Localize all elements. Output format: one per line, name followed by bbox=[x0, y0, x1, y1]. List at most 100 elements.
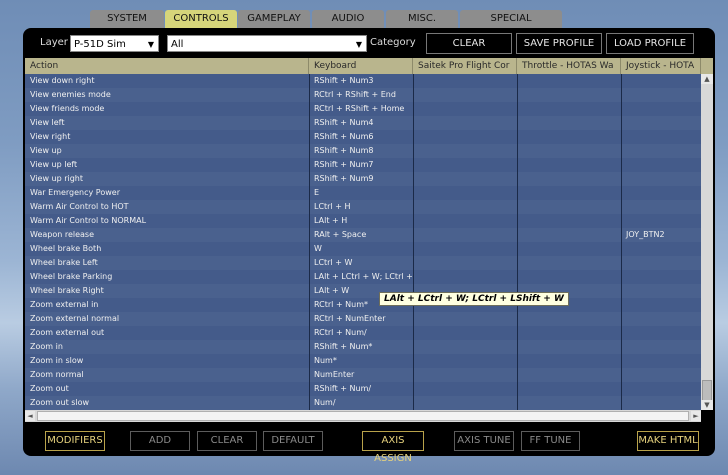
joystick-cell[interactable] bbox=[621, 88, 701, 102]
throttle-cell[interactable] bbox=[517, 312, 621, 326]
table-row[interactable]: View down right RShift + Num3 bbox=[25, 74, 701, 88]
keyboard-cell[interactable]: LAlt + LCtrl + W; LCtrl + LShift + W bbox=[309, 270, 413, 284]
keyboard-cell[interactable]: RShift + Num/ bbox=[309, 382, 413, 396]
throttle-cell[interactable] bbox=[517, 172, 621, 186]
table-row[interactable]: View up left RShift + Num7 bbox=[25, 158, 701, 172]
table-row[interactable]: Warm Air Control to HOT LCtrl + H bbox=[25, 200, 701, 214]
ff-tune-button[interactable]: FF TUNE bbox=[521, 431, 580, 451]
vertical-scroll-thumb[interactable] bbox=[702, 380, 712, 402]
table-row[interactable]: War Emergency Power E bbox=[25, 186, 701, 200]
saitek-cell[interactable] bbox=[413, 382, 517, 396]
keyboard-cell[interactable]: RShift + Num4 bbox=[309, 116, 413, 130]
scroll-up-icon[interactable]: ▲ bbox=[701, 74, 713, 84]
joystick-cell[interactable] bbox=[621, 312, 701, 326]
joystick-cell[interactable] bbox=[621, 102, 701, 116]
table-row[interactable]: Wheel brake Left LCtrl + W bbox=[25, 256, 701, 270]
action-cell[interactable]: Warm Air Control to NORMAL bbox=[25, 214, 309, 228]
keyboard-cell[interactable]: RCtrl + Num/ bbox=[309, 326, 413, 340]
keyboard-cell[interactable]: RCtrl + RShift + Home bbox=[309, 102, 413, 116]
action-cell[interactable]: View down right bbox=[25, 74, 309, 88]
table-row[interactable]: View up right RShift + Num9 bbox=[25, 172, 701, 186]
saitek-cell[interactable] bbox=[413, 172, 517, 186]
throttle-cell[interactable] bbox=[517, 340, 621, 354]
action-cell[interactable]: War Emergency Power bbox=[25, 186, 309, 200]
keyboard-cell[interactable]: LCtrl + W bbox=[309, 256, 413, 270]
keyboard-cell[interactable]: Num* bbox=[309, 354, 413, 368]
saitek-cell[interactable] bbox=[413, 228, 517, 242]
throttle-cell[interactable] bbox=[517, 88, 621, 102]
column-header-throttle[interactable]: Throttle - HOTAS Wa bbox=[517, 58, 621, 74]
saitek-cell[interactable] bbox=[413, 116, 517, 130]
action-cell[interactable]: Zoom in bbox=[25, 340, 309, 354]
keyboard-cell[interactable]: RShift + Num8 bbox=[309, 144, 413, 158]
action-cell[interactable]: Warm Air Control to HOT bbox=[25, 200, 309, 214]
action-cell[interactable]: Zoom external normal bbox=[25, 312, 309, 326]
saitek-cell[interactable] bbox=[413, 200, 517, 214]
keyboard-cell[interactable]: RAlt + Space bbox=[309, 228, 413, 242]
action-cell[interactable]: Zoom out slow bbox=[25, 396, 309, 410]
throttle-cell[interactable] bbox=[517, 382, 621, 396]
joystick-cell[interactable] bbox=[621, 200, 701, 214]
saitek-cell[interactable] bbox=[413, 158, 517, 172]
keyboard-cell[interactable]: LCtrl + H bbox=[309, 200, 413, 214]
keyboard-cell[interactable]: RShift + Num6 bbox=[309, 130, 413, 144]
table-row[interactable]: Zoom out slow Num/ bbox=[25, 396, 701, 410]
joystick-cell[interactable] bbox=[621, 186, 701, 200]
table-row[interactable]: Weapon release RAlt + Space JOY_BTN2 bbox=[25, 228, 701, 242]
action-cell[interactable]: View enemies mode bbox=[25, 88, 309, 102]
joystick-cell[interactable]: JOY_BTN2 bbox=[621, 228, 701, 242]
action-cell[interactable]: View up right bbox=[25, 172, 309, 186]
scroll-left-icon[interactable]: ◄ bbox=[25, 411, 35, 421]
throttle-cell[interactable] bbox=[517, 116, 621, 130]
add-button[interactable]: ADD bbox=[130, 431, 190, 451]
tab-misc[interactable]: MISC. bbox=[386, 10, 458, 28]
throttle-cell[interactable] bbox=[517, 368, 621, 382]
saitek-cell[interactable] bbox=[413, 242, 517, 256]
saitek-cell[interactable] bbox=[413, 270, 517, 284]
keyboard-cell[interactable]: E bbox=[309, 186, 413, 200]
action-cell[interactable]: Zoom out bbox=[25, 382, 309, 396]
keyboard-cell[interactable]: RCtrl + NumEnter bbox=[309, 312, 413, 326]
action-cell[interactable]: Zoom normal bbox=[25, 368, 309, 382]
saitek-cell[interactable] bbox=[413, 256, 517, 270]
throttle-cell[interactable] bbox=[517, 270, 621, 284]
saitek-cell[interactable] bbox=[413, 396, 517, 410]
throttle-cell[interactable] bbox=[517, 214, 621, 228]
action-cell[interactable]: View up bbox=[25, 144, 309, 158]
saitek-cell[interactable] bbox=[413, 144, 517, 158]
action-cell[interactable]: Zoom external out bbox=[25, 326, 309, 340]
throttle-cell[interactable] bbox=[517, 396, 621, 410]
throttle-cell[interactable] bbox=[517, 74, 621, 88]
throttle-cell[interactable] bbox=[517, 228, 621, 242]
throttle-cell[interactable] bbox=[517, 102, 621, 116]
joystick-cell[interactable] bbox=[621, 158, 701, 172]
joystick-cell[interactable] bbox=[621, 242, 701, 256]
action-cell[interactable]: View left bbox=[25, 116, 309, 130]
action-cell[interactable]: View up left bbox=[25, 158, 309, 172]
throttle-cell[interactable] bbox=[517, 158, 621, 172]
table-row[interactable]: Zoom in slow Num* bbox=[25, 354, 701, 368]
action-cell[interactable]: View friends mode bbox=[25, 102, 309, 116]
axis-assign-button[interactable]: AXIS ASSIGN bbox=[362, 431, 424, 464]
table-row[interactable]: View right RShift + Num6 bbox=[25, 130, 701, 144]
joystick-cell[interactable] bbox=[621, 396, 701, 410]
saitek-cell[interactable] bbox=[413, 340, 517, 354]
action-cell[interactable]: Wheel brake Right bbox=[25, 284, 309, 298]
column-header-action[interactable]: Action bbox=[25, 58, 309, 74]
joystick-cell[interactable] bbox=[621, 354, 701, 368]
modifiers-button[interactable]: MODIFIERS bbox=[45, 431, 105, 451]
throttle-cell[interactable] bbox=[517, 144, 621, 158]
action-cell[interactable]: View right bbox=[25, 130, 309, 144]
tab-special[interactable]: SPECIAL bbox=[460, 10, 562, 28]
tab-controls[interactable]: CONTROLS bbox=[165, 10, 237, 28]
keyboard-cell[interactable]: RShift + Num7 bbox=[309, 158, 413, 172]
scroll-down-icon[interactable]: ▼ bbox=[701, 400, 713, 410]
horizontal-scrollbar[interactable]: ◄ ► bbox=[25, 410, 701, 422]
table-row[interactable]: View friends mode RCtrl + RShift + Home bbox=[25, 102, 701, 116]
saitek-cell[interactable] bbox=[413, 130, 517, 144]
table-row[interactable]: Zoom external normal RCtrl + NumEnter bbox=[25, 312, 701, 326]
joystick-cell[interactable] bbox=[621, 130, 701, 144]
saitek-cell[interactable] bbox=[413, 354, 517, 368]
joystick-cell[interactable] bbox=[621, 340, 701, 354]
table-row[interactable]: View enemies mode RCtrl + RShift + End bbox=[25, 88, 701, 102]
